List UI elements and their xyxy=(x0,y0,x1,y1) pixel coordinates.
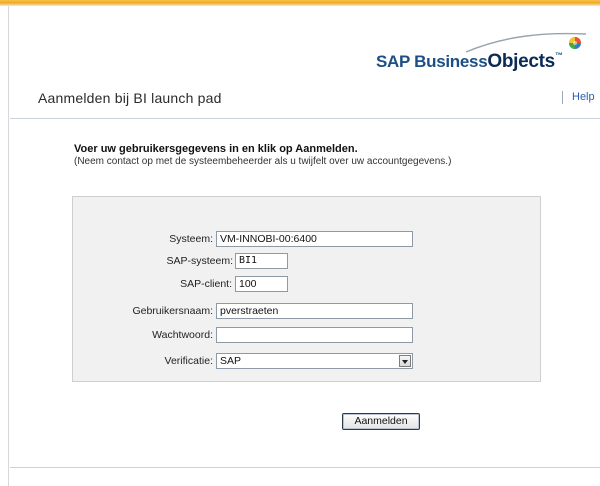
sap-system-label: SAP-systeem: xyxy=(166,255,233,267)
intro-note: (Neem contact op met de systeembeheerder… xyxy=(74,156,452,167)
sap-client-input[interactable]: 100 xyxy=(235,276,288,292)
sap-businessobjects-logo: SAP BusinessObjects™ xyxy=(376,30,588,72)
system-input[interactable]: VM-INNOBI-00:6400 xyxy=(216,231,413,247)
logo-trademark: ™ xyxy=(554,51,563,60)
frame-left-border xyxy=(8,6,9,486)
top-accent-bar xyxy=(0,0,600,6)
page-title: Aanmelden bij BI launch pad xyxy=(38,90,222,106)
password-label: Wachtwoord: xyxy=(152,329,213,341)
logo-word-business: SAP Business xyxy=(376,52,488,71)
sap-system-label-box: SAP-systeem: xyxy=(72,253,233,269)
help-link[interactable]: Help xyxy=(572,91,595,103)
sap-system-input[interactable]: BI1 xyxy=(235,253,288,269)
username-label-box: Gebruikersnaam: xyxy=(72,303,213,319)
help-separator xyxy=(562,91,563,104)
authentication-label: Verificatie: xyxy=(164,355,213,367)
dropdown-arrow-icon[interactable] xyxy=(399,355,411,367)
intro-heading: Voer uw gebruikersgegevens in en klik op… xyxy=(74,143,358,155)
username-input[interactable]: pverstraeten xyxy=(216,303,413,319)
logo-wordmark: SAP BusinessObjects™ xyxy=(376,51,563,73)
authentication-select[interactable]: SAP xyxy=(216,353,413,369)
login-button[interactable]: Aanmelden xyxy=(342,413,420,430)
password-label-box: Wachtwoord: xyxy=(72,327,213,343)
authentication-selected-value: SAP xyxy=(220,355,242,367)
sap-client-label-box: SAP-client: xyxy=(72,276,232,292)
footer-divider xyxy=(10,467,600,468)
username-label: Gebruikersnaam: xyxy=(132,305,213,317)
password-input[interactable] xyxy=(216,327,413,343)
authentication-label-box: Verificatie: xyxy=(72,353,213,369)
logo-word-objects: Objects xyxy=(487,51,555,72)
sap-client-label: SAP-client: xyxy=(180,278,232,290)
system-label: Systeem: xyxy=(169,233,213,245)
title-divider xyxy=(10,118,600,119)
system-label-box: Systeem: xyxy=(72,231,213,247)
